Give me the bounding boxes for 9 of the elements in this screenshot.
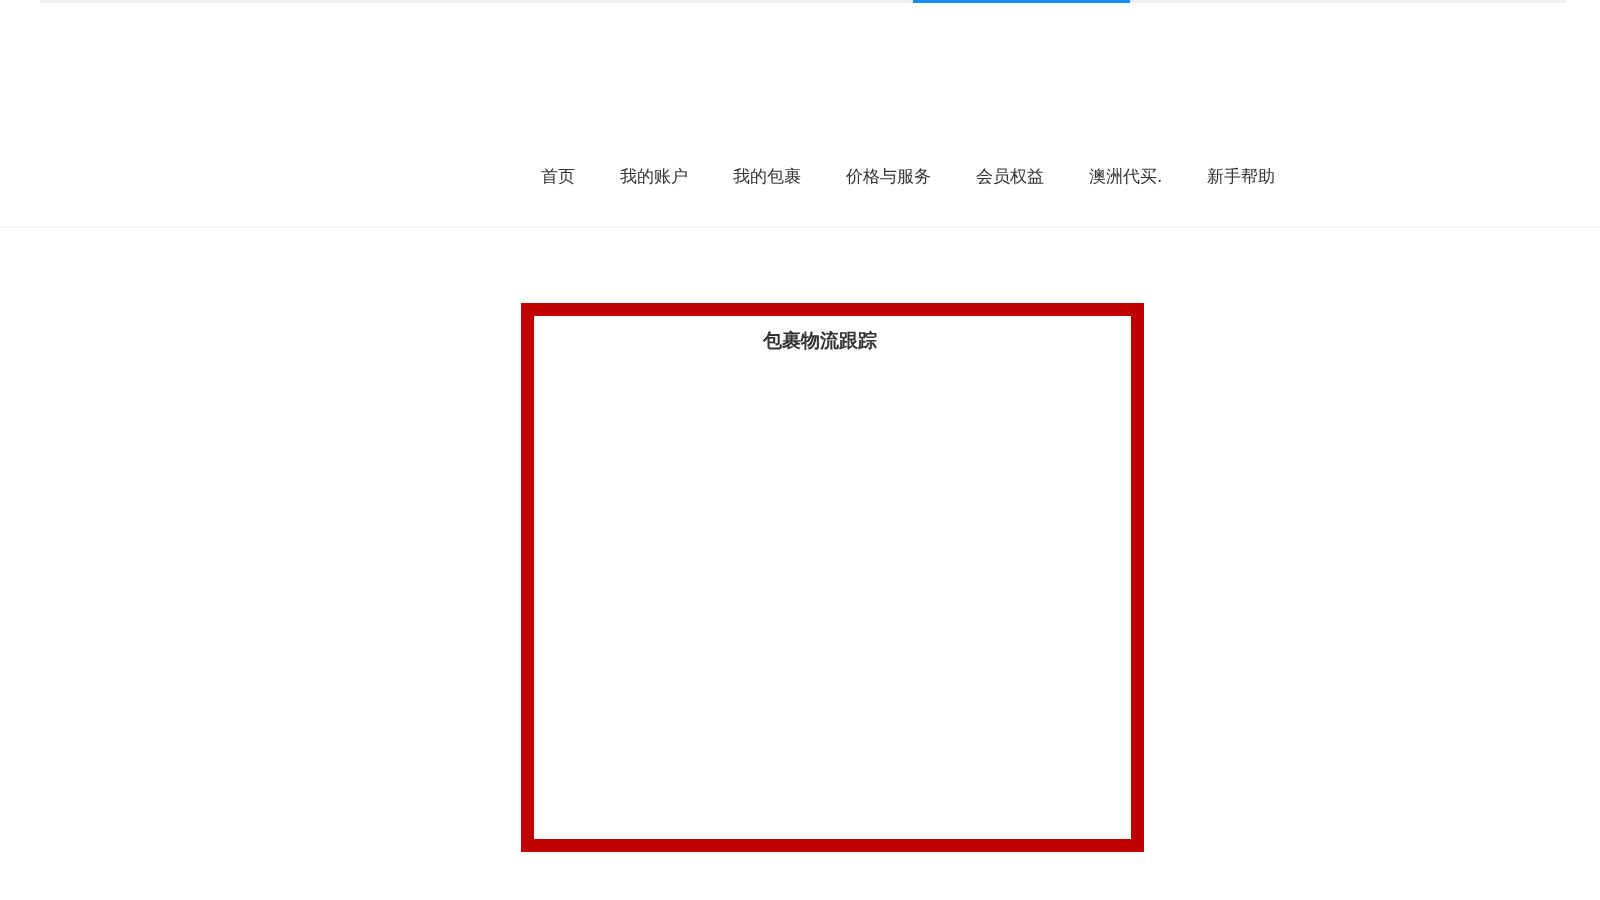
nav-link[interactable]: 我的账户 — [620, 164, 688, 188]
nav-link[interactable]: 新手帮助 — [1207, 164, 1276, 188]
nav-link[interactable]: 澳洲代买. — [1089, 164, 1163, 188]
nav-link[interactable]: 我的包裹 — [733, 164, 801, 188]
nav-link[interactable]: 会员权益 — [976, 164, 1044, 188]
tab-indicator[interactable] — [912, 0, 1130, 3]
nav-link[interactable]: 价格与服务 — [846, 164, 931, 188]
panel-title: 包裹物流跟踪 — [763, 328, 877, 353]
nav-link[interactable]: 首页 — [541, 164, 575, 188]
